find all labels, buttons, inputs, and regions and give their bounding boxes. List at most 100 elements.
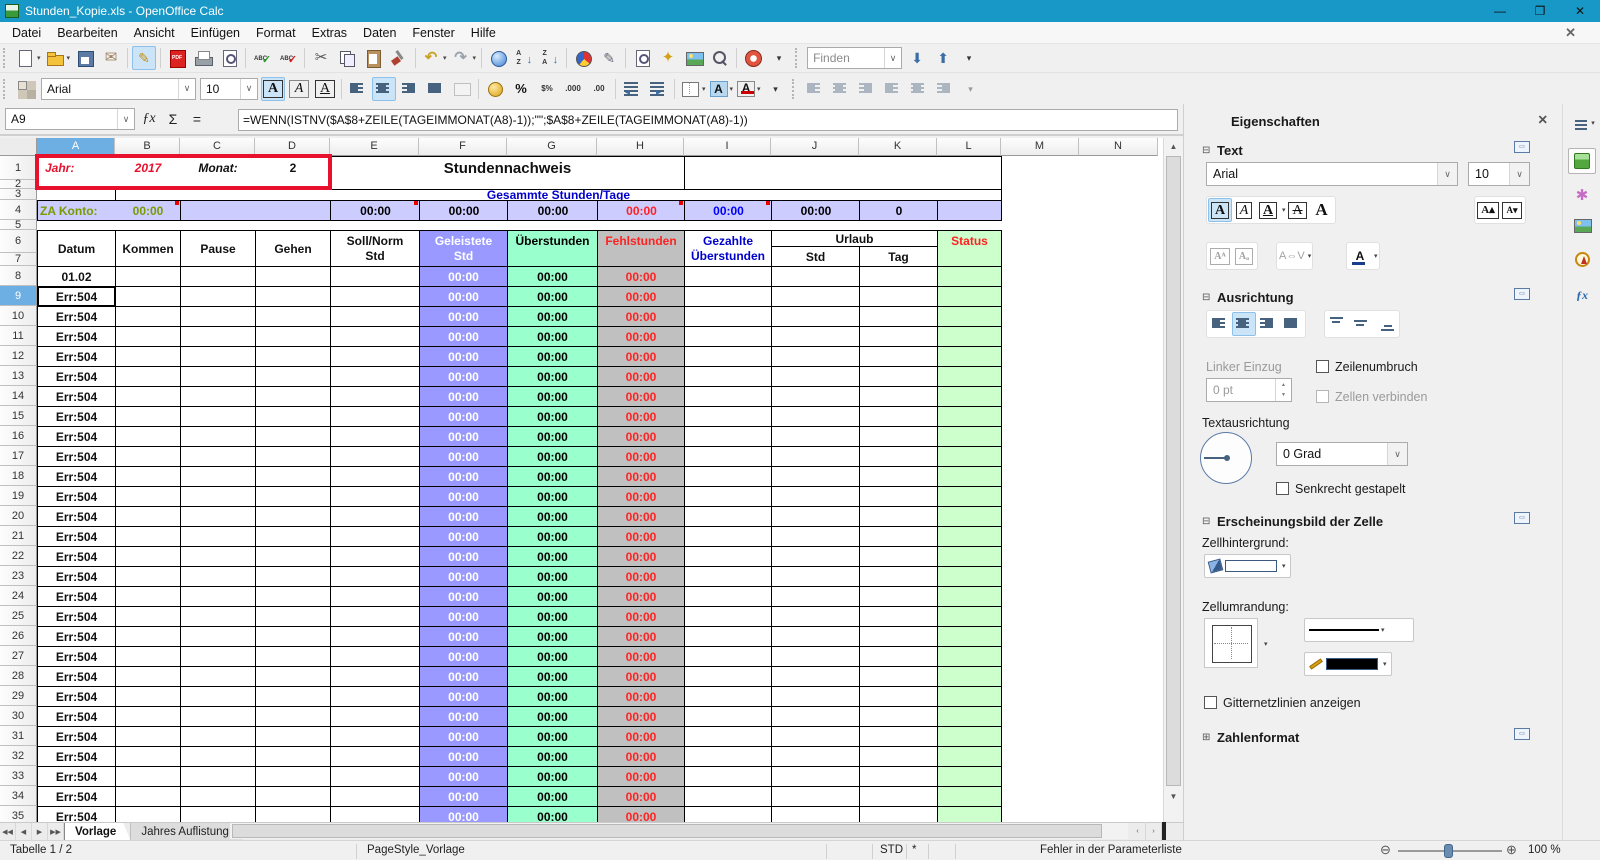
cell-K27[interactable] <box>859 646 938 667</box>
cell-D29[interactable] <box>255 686 331 707</box>
font-name-dropdown-icon[interactable]: ∨ <box>1437 163 1457 185</box>
sidebar-bold-button[interactable]: A <box>1208 198 1232 222</box>
scroll-down-icon[interactable]: ▼ <box>1164 788 1183 805</box>
sidebar-styles-tab[interactable]: ✱ <box>1568 182 1596 208</box>
cell-I13[interactable] <box>684 366 772 387</box>
cell-G27[interactable]: 00:00 <box>507 646 598 667</box>
degrees-combo[interactable]: 0 Grad ∨ <box>1276 442 1408 466</box>
cell-D15[interactable] <box>255 406 331 427</box>
cell-D14[interactable] <box>255 386 331 407</box>
cell-I29[interactable] <box>684 686 772 707</box>
row-header-8[interactable]: 8 <box>0 266 37 286</box>
font-size-combo[interactable]: 10 ∨ <box>200 77 258 100</box>
cell-B18[interactable] <box>115 466 181 487</box>
align-left-button[interactable] <box>1208 312 1232 336</box>
cell-J32[interactable] <box>771 746 860 767</box>
cell-L23[interactable] <box>937 566 1002 587</box>
cell-B19[interactable] <box>115 486 181 507</box>
cell-F17[interactable]: 00:00 <box>419 446 508 467</box>
vertical-scrollbar[interactable]: ▲ ▼ <box>1163 138 1183 822</box>
bold-button[interactable]: A <box>261 76 285 101</box>
cell-J13[interactable] <box>771 366 860 387</box>
column-header-J[interactable]: J <box>771 138 859 156</box>
cell-L8[interactable] <box>937 266 1002 287</box>
restore-button[interactable]: ❐ <box>1520 0 1560 22</box>
wrap-text-label[interactable]: Zeilenumbruch <box>1335 360 1418 374</box>
subscript-icon[interactable]: Aₐ <box>1232 244 1256 268</box>
font-name-combo-dropdown-icon[interactable]: ∨ <box>178 78 195 99</box>
header-kommen[interactable]: Kommen <box>115 230 181 267</box>
cell-D16[interactable] <box>255 426 331 447</box>
cell-I11[interactable] <box>684 326 772 347</box>
menu-hilfe[interactable]: Hilfe <box>463 23 504 43</box>
cell-E35[interactable] <box>330 806 420 822</box>
decrease-indent-button[interactable]: ◂ <box>620 77 644 101</box>
cell-C23[interactable] <box>180 566 256 587</box>
background-color-button[interactable]: A ▾ <box>709 77 735 101</box>
function-icon[interactable]: = <box>185 108 209 130</box>
cell-B8[interactable] <box>115 266 181 287</box>
cell-K24[interactable] <box>859 586 938 607</box>
cell-H14[interactable]: 00:00 <box>597 386 685 407</box>
summary-h[interactable]: 00:00 <box>597 200 685 221</box>
column-header-L[interactable]: L <box>937 138 1001 156</box>
cell-J21[interactable] <box>771 526 860 547</box>
cell-E19[interactable] <box>330 486 420 507</box>
collapse-text-icon[interactable]: ⊟ <box>1202 145 1210 156</box>
row-header-11[interactable]: 11 <box>0 326 37 346</box>
cell-L35[interactable] <box>937 806 1002 822</box>
cell-F18[interactable]: 00:00 <box>419 466 508 487</box>
cell-G8[interactable]: 00:00 <box>507 266 598 287</box>
header-ueberstunden[interactable]: Überstunden <box>507 230 598 267</box>
cell-D9[interactable] <box>255 286 331 307</box>
cell-B33[interactable] <box>115 766 181 787</box>
cell-K19[interactable] <box>859 486 938 507</box>
cell-D31[interactable] <box>255 726 331 747</box>
cell-L19[interactable] <box>937 486 1002 507</box>
cell-F10[interactable]: 00:00 <box>419 306 508 327</box>
page-style[interactable]: PageStyle_Vorlage <box>367 844 465 856</box>
orientation-dial[interactable] <box>1200 432 1252 484</box>
cell-J24[interactable] <box>771 586 860 607</box>
wrap-text-checkbox[interactable] <box>1316 360 1329 373</box>
row-header-21[interactable]: 21 <box>0 526 37 546</box>
cell-D22[interactable] <box>255 546 331 567</box>
cell-L11[interactable] <box>937 326 1002 347</box>
cell-G12[interactable]: 00:00 <box>507 346 598 367</box>
cell-G24[interactable]: 00:00 <box>507 586 598 607</box>
cell-D34[interactable] <box>255 786 331 807</box>
undo-button[interactable]: ↶ ▾ <box>420 46 448 70</box>
cell-E16[interactable] <box>330 426 420 447</box>
row-header-3[interactable]: 3 <box>0 188 37 200</box>
cell-E11[interactable] <box>330 326 420 347</box>
cell-I30[interactable] <box>684 706 772 727</box>
row-header-25[interactable]: 25 <box>0 606 37 626</box>
cell-B15[interactable] <box>115 406 181 427</box>
cell-A30[interactable]: Err:504 <box>37 706 116 727</box>
cell-A17[interactable]: Err:504 <box>37 446 116 467</box>
row-header-30[interactable]: 30 <box>0 706 37 726</box>
cell-A11[interactable]: Err:504 <box>37 326 116 347</box>
cell-H34[interactable]: 00:00 <box>597 786 685 807</box>
cell-K11[interactable] <box>859 326 938 347</box>
background-color-dropdown-icon[interactable]: ▾ <box>730 85 734 93</box>
cell-D25[interactable] <box>255 606 331 627</box>
indent-spinner[interactable]: 0 pt ▲ ▼ <box>1206 378 1292 402</box>
border-picker-dropdown-icon[interactable]: ▾ <box>1264 640 1268 648</box>
cell-C14[interactable] <box>180 386 256 407</box>
cell-I27[interactable] <box>684 646 772 667</box>
cell-A35[interactable]: Err:504 <box>37 806 116 822</box>
function-wizard-icon[interactable]: ƒx <box>137 108 161 130</box>
cell-C27[interactable] <box>180 646 256 667</box>
open-dropdown-icon[interactable]: ▾ <box>67 54 71 62</box>
cell-I21[interactable] <box>684 526 772 547</box>
row-header-33[interactable]: 33 <box>0 766 37 786</box>
cut-button[interactable]: ✂ <box>309 46 333 70</box>
degrees-dropdown-icon[interactable]: ∨ <box>1387 443 1407 465</box>
cell-D10[interactable] <box>255 306 331 327</box>
vertical-scroll-thumb[interactable] <box>1166 156 1181 786</box>
cell-background-picker[interactable]: ▾ <box>1204 554 1291 578</box>
cell-B32[interactable] <box>115 746 181 767</box>
column-header-M[interactable]: M <box>1001 138 1079 156</box>
cell-F24[interactable]: 00:00 <box>419 586 508 607</box>
